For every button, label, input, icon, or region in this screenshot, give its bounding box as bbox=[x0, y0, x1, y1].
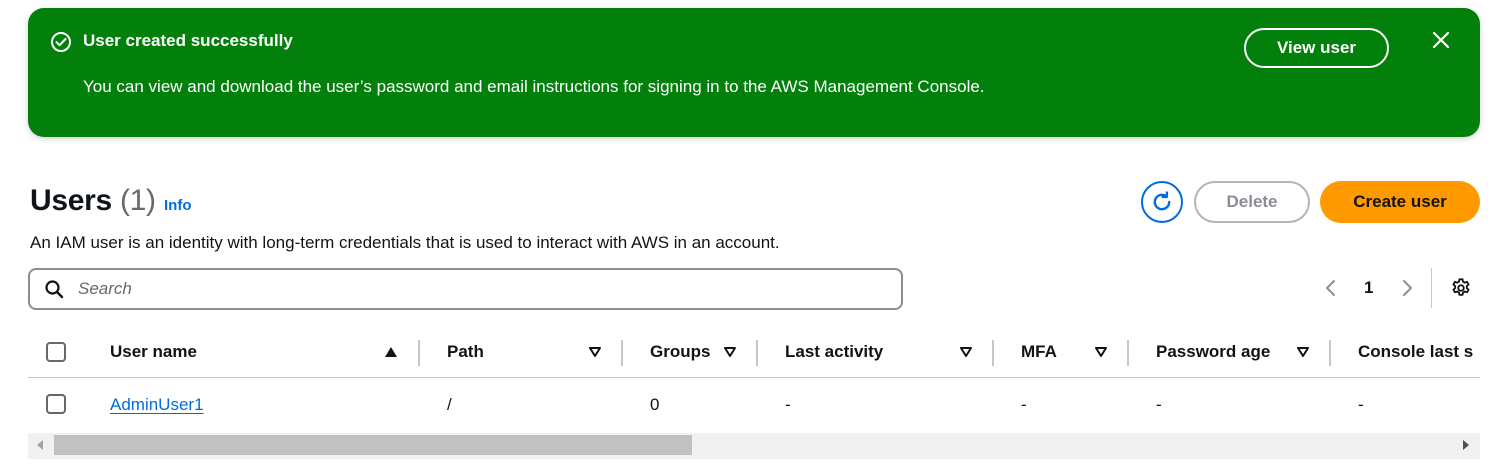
scroll-right-arrow-icon[interactable] bbox=[1462, 440, 1470, 450]
flash-message: You can view and download the user’s pas… bbox=[83, 77, 985, 96]
refresh-icon bbox=[1153, 191, 1171, 211]
sort-caret-down-icon[interactable] bbox=[589, 347, 601, 357]
horizontal-scrollbar[interactable] bbox=[28, 433, 1480, 459]
last-activity-cell: - bbox=[785, 395, 791, 414]
page-title: Users (1) bbox=[30, 182, 156, 220]
flash-title: User created successfully bbox=[83, 31, 293, 50]
search-input[interactable] bbox=[78, 276, 878, 302]
success-flash-banner: User created successfully You can view a… bbox=[28, 8, 1480, 137]
column-header-user-name[interactable]: User name bbox=[110, 341, 197, 363]
current-page-number[interactable]: 1 bbox=[1364, 278, 1373, 298]
column-header-console-last-sign-in[interactable]: Console last s bbox=[1358, 341, 1473, 363]
sort-caret-down-icon[interactable] bbox=[1297, 347, 1309, 357]
sort-caret-down-icon[interactable] bbox=[724, 347, 736, 357]
scroll-left-arrow-icon[interactable] bbox=[36, 440, 44, 450]
create-user-button[interactable]: Create user bbox=[1320, 181, 1480, 223]
gear-icon[interactable] bbox=[1450, 277, 1472, 299]
close-icon[interactable] bbox=[1431, 30, 1451, 50]
previous-page-icon[interactable] bbox=[1322, 277, 1340, 299]
pagination-divider bbox=[1431, 268, 1432, 308]
users-count: (1) bbox=[119, 184, 156, 217]
select-all-checkbox[interactable] bbox=[46, 342, 66, 362]
search-icon bbox=[45, 280, 64, 299]
column-header-last-activity[interactable]: Last activity bbox=[785, 341, 883, 363]
table-row: AdminUser1 / 0 - - - - bbox=[28, 379, 1480, 431]
column-divider[interactable] bbox=[418, 340, 420, 366]
column-divider[interactable] bbox=[756, 340, 758, 366]
refresh-button[interactable] bbox=[1141, 181, 1183, 223]
view-user-button[interactable]: View user bbox=[1244, 28, 1389, 68]
user-name-link[interactable]: AdminUser1 bbox=[110, 394, 204, 416]
password-age-cell: - bbox=[1156, 395, 1162, 414]
next-page-icon[interactable] bbox=[1398, 277, 1416, 299]
info-link[interactable]: Info bbox=[164, 197, 192, 214]
page-title-text: Users bbox=[30, 184, 112, 217]
sort-ascending-icon[interactable] bbox=[385, 347, 397, 357]
delete-button[interactable]: Delete bbox=[1194, 181, 1310, 223]
console-last-sign-in-cell: - bbox=[1358, 395, 1364, 414]
mfa-cell: - bbox=[1021, 395, 1027, 414]
sort-caret-down-icon[interactable] bbox=[960, 347, 972, 357]
table-header-row: User name Path Groups Last activity MFA … bbox=[28, 330, 1480, 378]
column-header-groups[interactable]: Groups bbox=[650, 341, 714, 363]
column-header-password-age[interactable]: Password age bbox=[1156, 341, 1270, 363]
column-header-mfa[interactable]: MFA bbox=[1021, 341, 1057, 363]
sort-caret-down-icon[interactable] bbox=[1095, 347, 1107, 357]
check-circle-icon bbox=[51, 32, 71, 52]
page-description: An IAM user is an identity with long-ter… bbox=[30, 233, 780, 252]
row-select-checkbox[interactable] bbox=[46, 394, 66, 414]
groups-cell: 0 bbox=[650, 395, 660, 414]
scrollbar-thumb[interactable] bbox=[54, 435, 692, 455]
column-divider[interactable] bbox=[1329, 340, 1331, 366]
column-divider[interactable] bbox=[621, 340, 623, 366]
column-divider[interactable] bbox=[1127, 340, 1129, 366]
column-header-path[interactable]: Path bbox=[447, 341, 484, 363]
search-field[interactable] bbox=[28, 268, 903, 310]
column-divider[interactable] bbox=[992, 340, 994, 366]
path-cell: / bbox=[447, 395, 452, 414]
